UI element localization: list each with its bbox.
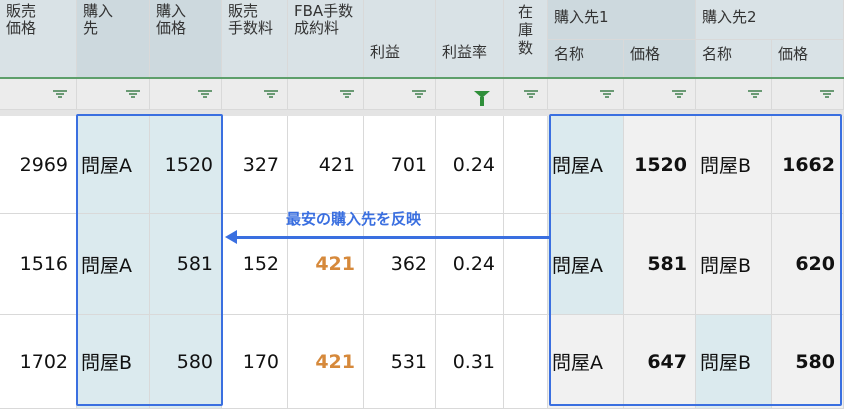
filter-icon xyxy=(53,90,67,98)
filter-s1-name[interactable] xyxy=(548,79,624,110)
filter-icon xyxy=(748,90,762,98)
filter-icon xyxy=(264,90,278,98)
filter-icon xyxy=(340,90,354,98)
supplier-options-box xyxy=(549,114,842,406)
cell-sell-fee[interactable]: 170 xyxy=(222,315,288,409)
filter-sell-price[interactable] xyxy=(0,79,77,110)
cell-sell-price[interactable]: 2969 xyxy=(0,116,77,214)
filter-stock[interactable] xyxy=(504,79,548,110)
header-s2-name[interactable]: 名称 xyxy=(696,40,772,79)
cell-fba-fee[interactable]: 421 xyxy=(288,116,364,214)
filter-sell-fee[interactable] xyxy=(222,79,288,110)
header-profit[interactable]: 利益 xyxy=(364,0,436,79)
header-sell-price[interactable]: 販売 価格 xyxy=(0,0,77,79)
cell-stock[interactable] xyxy=(504,116,548,214)
cell-profit[interactable]: 362 xyxy=(364,214,436,315)
cell-fba-fee[interactable]: 421 xyxy=(288,214,364,315)
cell-profit[interactable]: 531 xyxy=(364,315,436,409)
filter-icon xyxy=(672,90,686,98)
header-sell-fee[interactable]: 販売 手数料 xyxy=(222,0,288,79)
filter-active-icon xyxy=(474,90,490,106)
filter-fba-fee[interactable] xyxy=(288,79,364,110)
filter-buy-price[interactable] xyxy=(150,79,222,110)
filter-profit[interactable] xyxy=(364,79,436,110)
filter-icon xyxy=(600,90,614,98)
cell-sell-price[interactable]: 1516 xyxy=(0,214,77,315)
cell-stock[interactable] xyxy=(504,315,548,409)
filter-icon xyxy=(524,90,538,98)
annotation-label: 最安の購入先を反映 xyxy=(286,210,422,228)
arrow-left-icon xyxy=(225,230,237,244)
cell-profit-rate[interactable]: 0.24 xyxy=(436,116,504,214)
header-supplier1[interactable]: 購入先1 xyxy=(548,0,696,40)
filter-s1-price[interactable] xyxy=(624,79,696,110)
cell-sell-fee[interactable]: 327 xyxy=(222,116,288,214)
header-fba-fee[interactable]: FBA手数 成約料 xyxy=(288,0,364,79)
spreadsheet: 販売 価格 購入 先 購入 価格 販売 手数料 FBA手数 成約料 利益 利益率… xyxy=(0,0,844,409)
filter-supplier[interactable] xyxy=(77,79,150,110)
filter-icon xyxy=(198,90,212,98)
cell-sell-price[interactable]: 1702 xyxy=(0,315,77,409)
cell-profit-rate[interactable]: 0.31 xyxy=(436,315,504,409)
arrow-line xyxy=(236,236,549,239)
cell-profit[interactable]: 701 xyxy=(364,116,436,214)
header-supplier[interactable]: 購入 先 xyxy=(77,0,150,79)
header-s1-name[interactable]: 名称 xyxy=(548,40,624,79)
header-s1-price[interactable]: 価格 xyxy=(624,40,696,79)
header-stock[interactable]: 在 庫 数 xyxy=(504,0,548,79)
header-supplier2[interactable]: 購入先2 xyxy=(696,0,844,40)
cell-profit-rate[interactable]: 0.24 xyxy=(436,214,504,315)
header-s2-price[interactable]: 価格 xyxy=(772,40,844,79)
filter-icon xyxy=(820,90,834,98)
selected-supplier-box xyxy=(76,114,223,406)
filter-profit-rate[interactable] xyxy=(436,79,504,110)
filter-icon xyxy=(412,90,426,98)
filter-s2-price[interactable] xyxy=(772,79,844,110)
filter-s2-name[interactable] xyxy=(696,79,772,110)
cell-fba-fee[interactable]: 421 xyxy=(288,315,364,409)
cell-stock[interactable] xyxy=(504,214,548,315)
header-profit-rate[interactable]: 利益率 xyxy=(436,0,504,79)
header-buy-price[interactable]: 購入 価格 xyxy=(150,0,222,79)
filter-icon xyxy=(126,90,140,98)
